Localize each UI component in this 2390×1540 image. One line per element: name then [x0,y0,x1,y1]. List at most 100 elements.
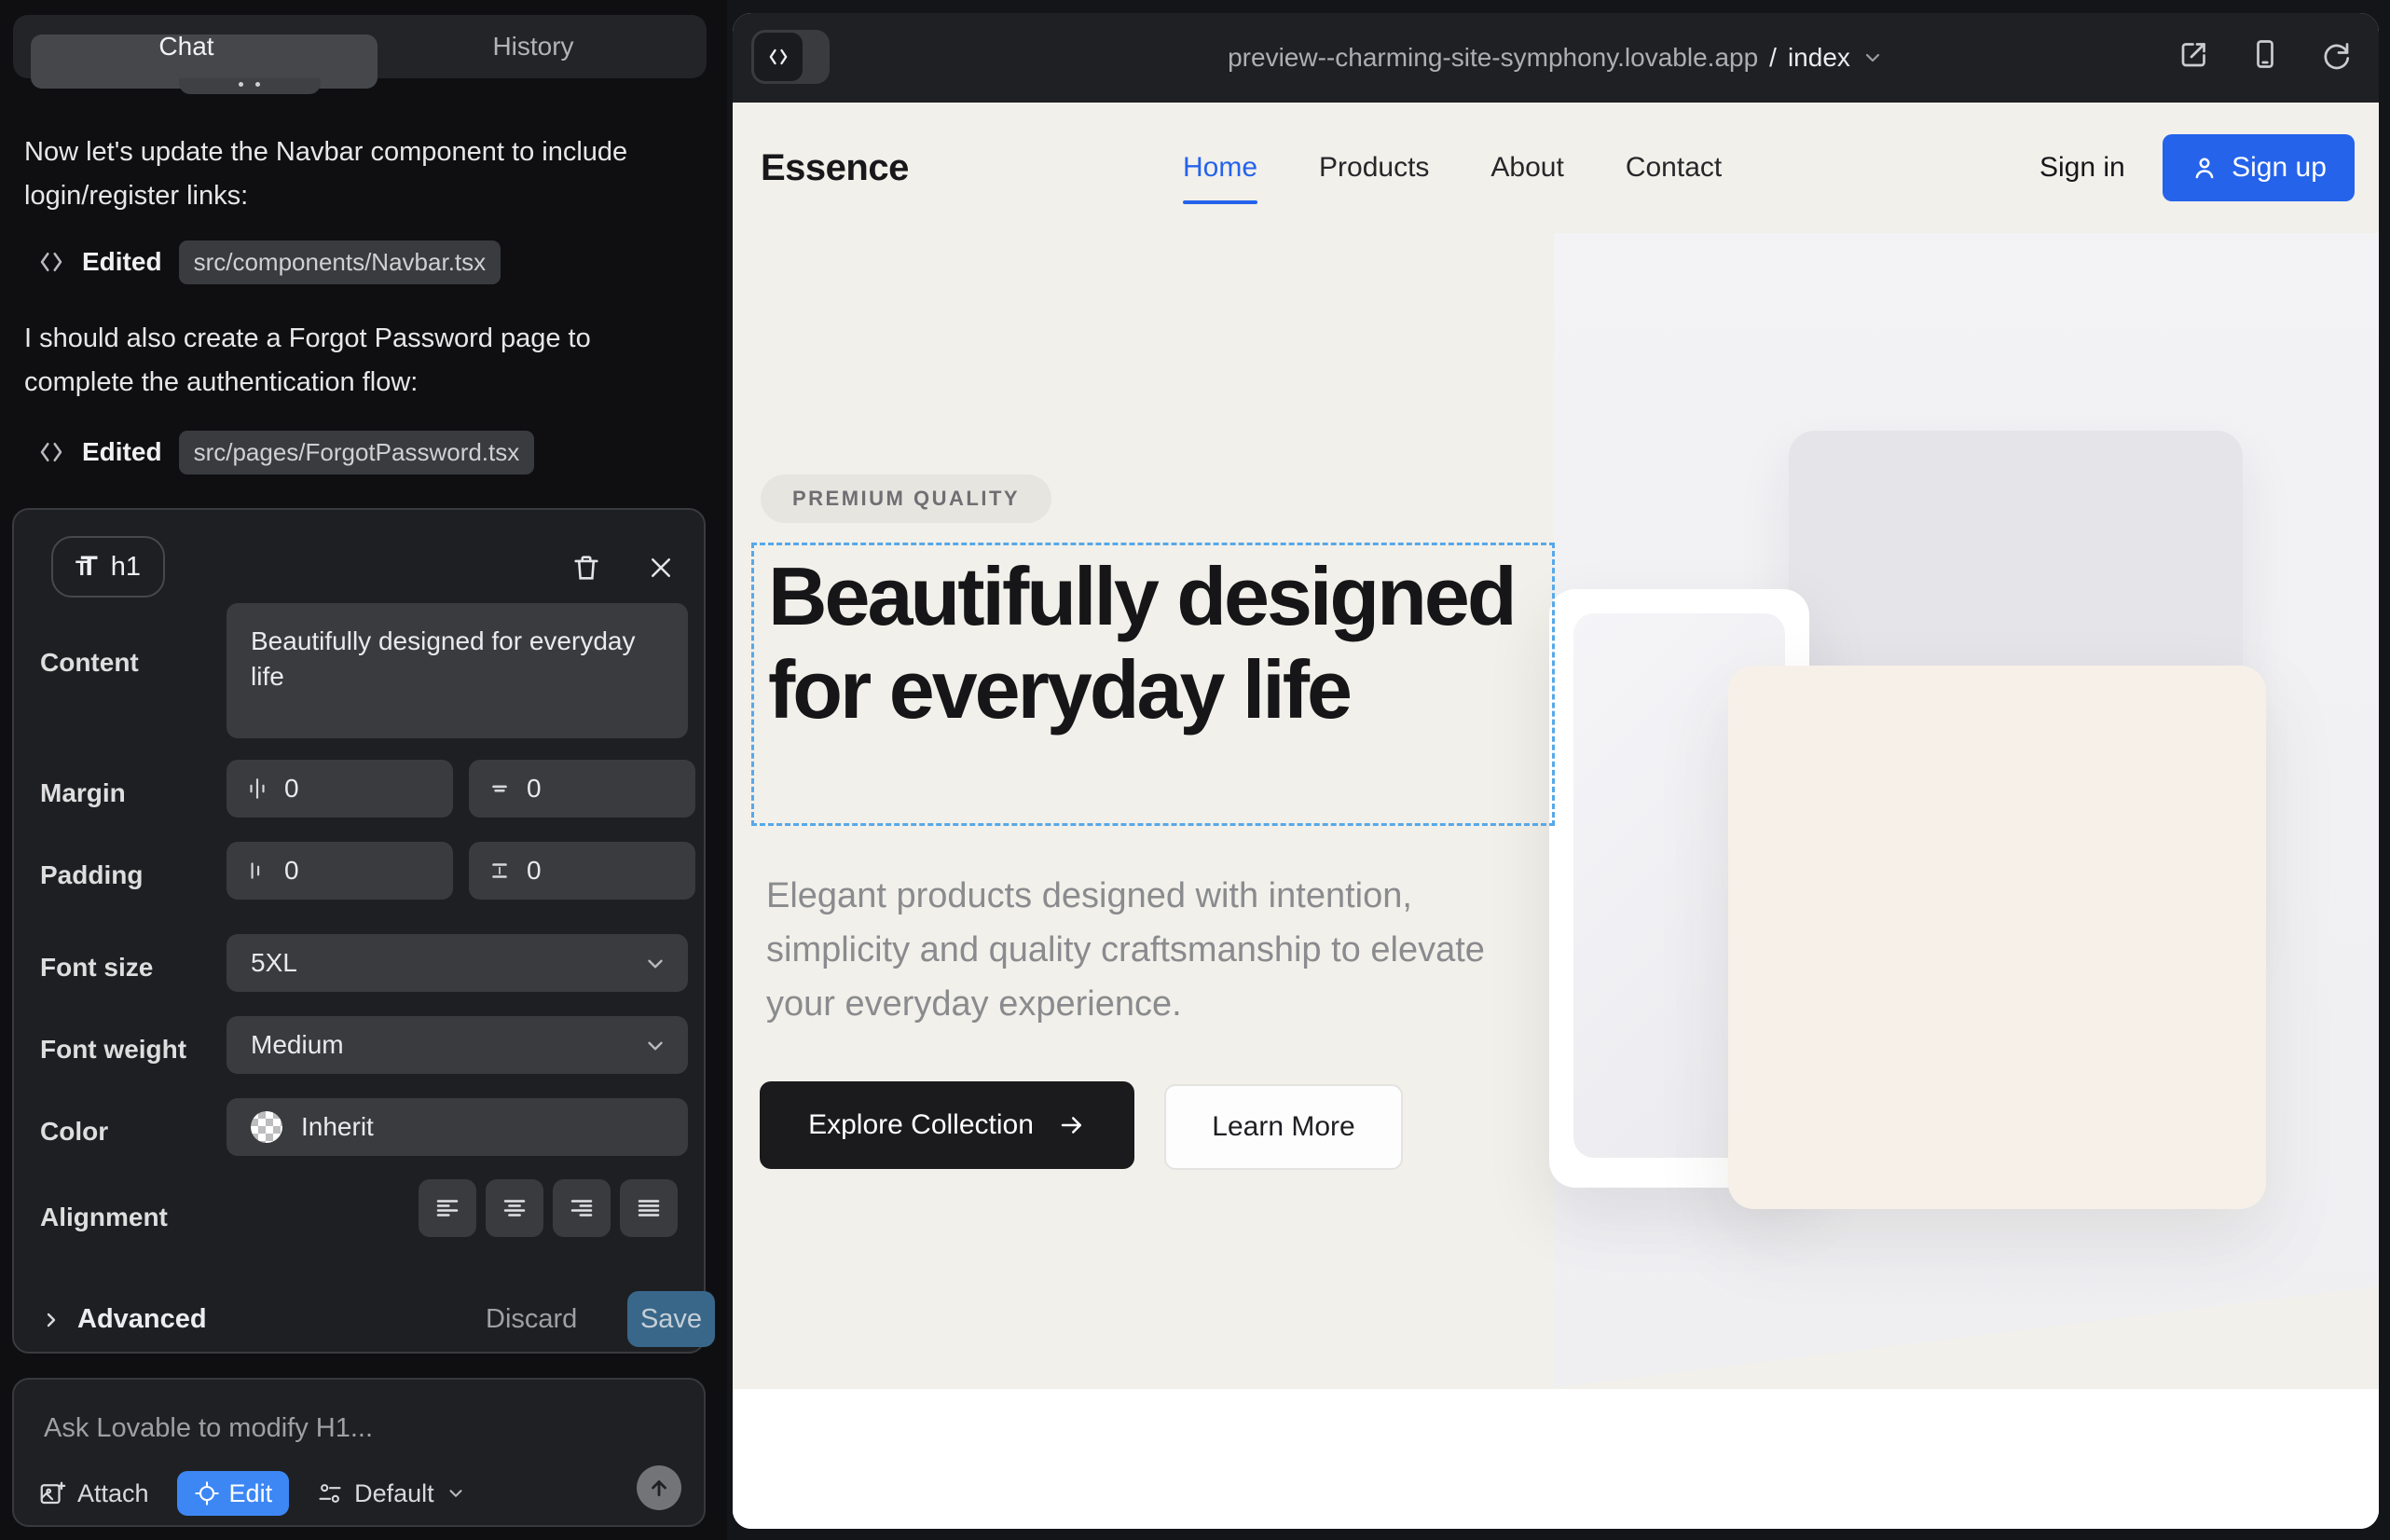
code-icon [37,248,65,276]
sliders-icon [317,1480,343,1506]
attach-image-icon [38,1479,66,1507]
user-icon [2191,154,2218,182]
delete-element-button[interactable] [566,547,607,588]
nav-link-contact[interactable]: Contact [1626,152,1722,184]
nav-link-products[interactable]: Products [1319,152,1429,184]
model-default-dropdown[interactable]: Default [317,1479,466,1508]
explore-collection-label: Explore Collection [808,1109,1034,1141]
chat-composer[interactable]: Ask Lovable to modify H1... Attach Edit … [12,1378,706,1527]
tab-history[interactable]: History [360,32,707,62]
code-icon [754,33,803,81]
hero-paragraph[interactable]: Elegant products designed with intention… [766,869,1549,1031]
edited-label: Edited [82,247,162,277]
refresh-icon[interactable] [2319,37,2353,71]
nav-link-home[interactable]: Home [1183,152,1257,184]
discard-button[interactable]: Discard [486,1304,577,1335]
tab-chat[interactable]: Chat [13,32,360,62]
padding-x-input[interactable]: 0 [227,842,453,900]
edited-file-row[interactable]: Edited src/pages/ForgotPassword.tsx [37,431,534,474]
color-value: Inherit [301,1112,374,1142]
margin-y-value: 0 [527,774,542,804]
url-bar[interactable]: preview--charming-site-symphony.lovable.… [733,13,2379,103]
edited-label: Edited [82,437,162,467]
send-button[interactable] [637,1465,681,1510]
site-navbar: Essence Home Products About Contact Sign… [733,103,2379,233]
margin-x-value: 0 [284,774,299,804]
chevron-down-icon[interactable] [1861,47,1884,69]
composer-input[interactable]: Ask Lovable to modify H1... [44,1413,373,1444]
target-icon [194,1480,220,1506]
open-external-icon[interactable] [2177,37,2211,71]
advanced-toggle[interactable]: Advanced [40,1304,207,1335]
content-label: Content [40,648,139,678]
attach-button[interactable]: Attach [38,1479,149,1508]
url-separator: / [1769,43,1777,73]
alignment-label: Alignment [40,1203,168,1232]
margin-y-icon [488,777,512,801]
hero-heading[interactable]: Beautifully designed for everyday life [768,550,1551,736]
code-icon [37,438,65,466]
chat-sidebar: Chat History Now let's update the Navbar… [0,0,727,1540]
padding-label: Padding [40,860,143,890]
browser-toolbar: preview--charming-site-symphony.lovable.… [733,13,2379,103]
edited-file-row[interactable]: Edited src/components/Navbar.tsx [37,241,501,283]
element-tag-label: h1 [111,552,141,583]
sign-up-button[interactable]: Sign up [2163,134,2355,201]
chat-message: I should also create a Forgot Password p… [24,317,682,405]
font-size-value: 5XL [251,948,297,978]
text-size-icon: TT [76,551,98,583]
mobile-view-icon[interactable] [2248,37,2282,71]
nav-link-about[interactable]: About [1490,152,1563,184]
align-center-button[interactable] [486,1179,543,1237]
site-logo[interactable]: Essence [761,147,909,189]
font-weight-select[interactable]: Medium [227,1016,688,1074]
edited-file-pill[interactable]: src/pages/ForgotPassword.tsx [179,431,535,474]
page-lower-section [733,1389,2379,1529]
close-panel-button[interactable] [640,547,681,588]
padding-y-icon [488,859,512,883]
margin-x-icon [245,777,269,801]
color-swatch [251,1111,282,1143]
attach-label: Attach [77,1479,149,1508]
hero-section: PREMIUM QUALITY Beautifully designed for… [733,233,2379,1389]
align-right-button[interactable] [553,1179,611,1237]
save-button[interactable]: Save [627,1291,715,1347]
chevron-down-icon [643,952,667,976]
chevron-down-icon [643,1034,667,1058]
padding-x-value: 0 [284,856,299,886]
preview-browser-window: preview--charming-site-symphony.lovable.… [733,13,2379,1529]
site-preview: Essence Home Products About Contact Sign… [733,103,2379,1529]
margin-label: Margin [40,778,126,808]
chat-message: Now let's update the Navbar component to… [24,131,682,218]
font-size-select[interactable]: 5XL [227,934,688,992]
edited-file-pill[interactable]: src/components/Navbar.tsx [179,241,501,284]
edit-label: Edit [229,1479,273,1508]
arrow-right-icon [1058,1111,1086,1139]
font-weight-value: Medium [251,1030,344,1060]
advanced-label: Advanced [77,1304,207,1335]
premium-quality-badge: PREMIUM QUALITY [761,474,1051,523]
sign-up-label: Sign up [2232,152,2327,184]
sign-in-link[interactable]: Sign in [2040,152,2125,184]
edit-mode-button[interactable]: Edit [177,1471,290,1516]
url-domain: preview--charming-site-symphony.lovable.… [1228,43,1758,73]
chevron-right-icon [40,1309,62,1331]
explore-collection-button[interactable]: Explore Collection [760,1081,1134,1169]
selected-element-tag: TT h1 [51,536,165,598]
margin-x-input[interactable]: 0 [227,760,453,818]
code-view-toggle[interactable] [751,30,830,84]
chevron-down-icon [446,1483,466,1504]
decorative-card-beige [1728,666,2266,1209]
default-label: Default [354,1479,434,1508]
align-left-button[interactable] [419,1179,476,1237]
learn-more-button[interactable]: Learn More [1164,1084,1403,1170]
padding-y-value: 0 [527,856,542,886]
sidebar-tabs: Chat History [13,15,707,78]
color-label: Color [40,1117,108,1147]
margin-y-input[interactable]: 0 [469,760,695,818]
content-input[interactable]: Beautifully designed for everyday life [227,603,688,738]
color-select[interactable]: Inherit [227,1098,688,1156]
padding-y-input[interactable]: 0 [469,842,695,900]
align-justify-button[interactable] [620,1179,678,1237]
collapsed-message-pill[interactable] [179,78,321,94]
